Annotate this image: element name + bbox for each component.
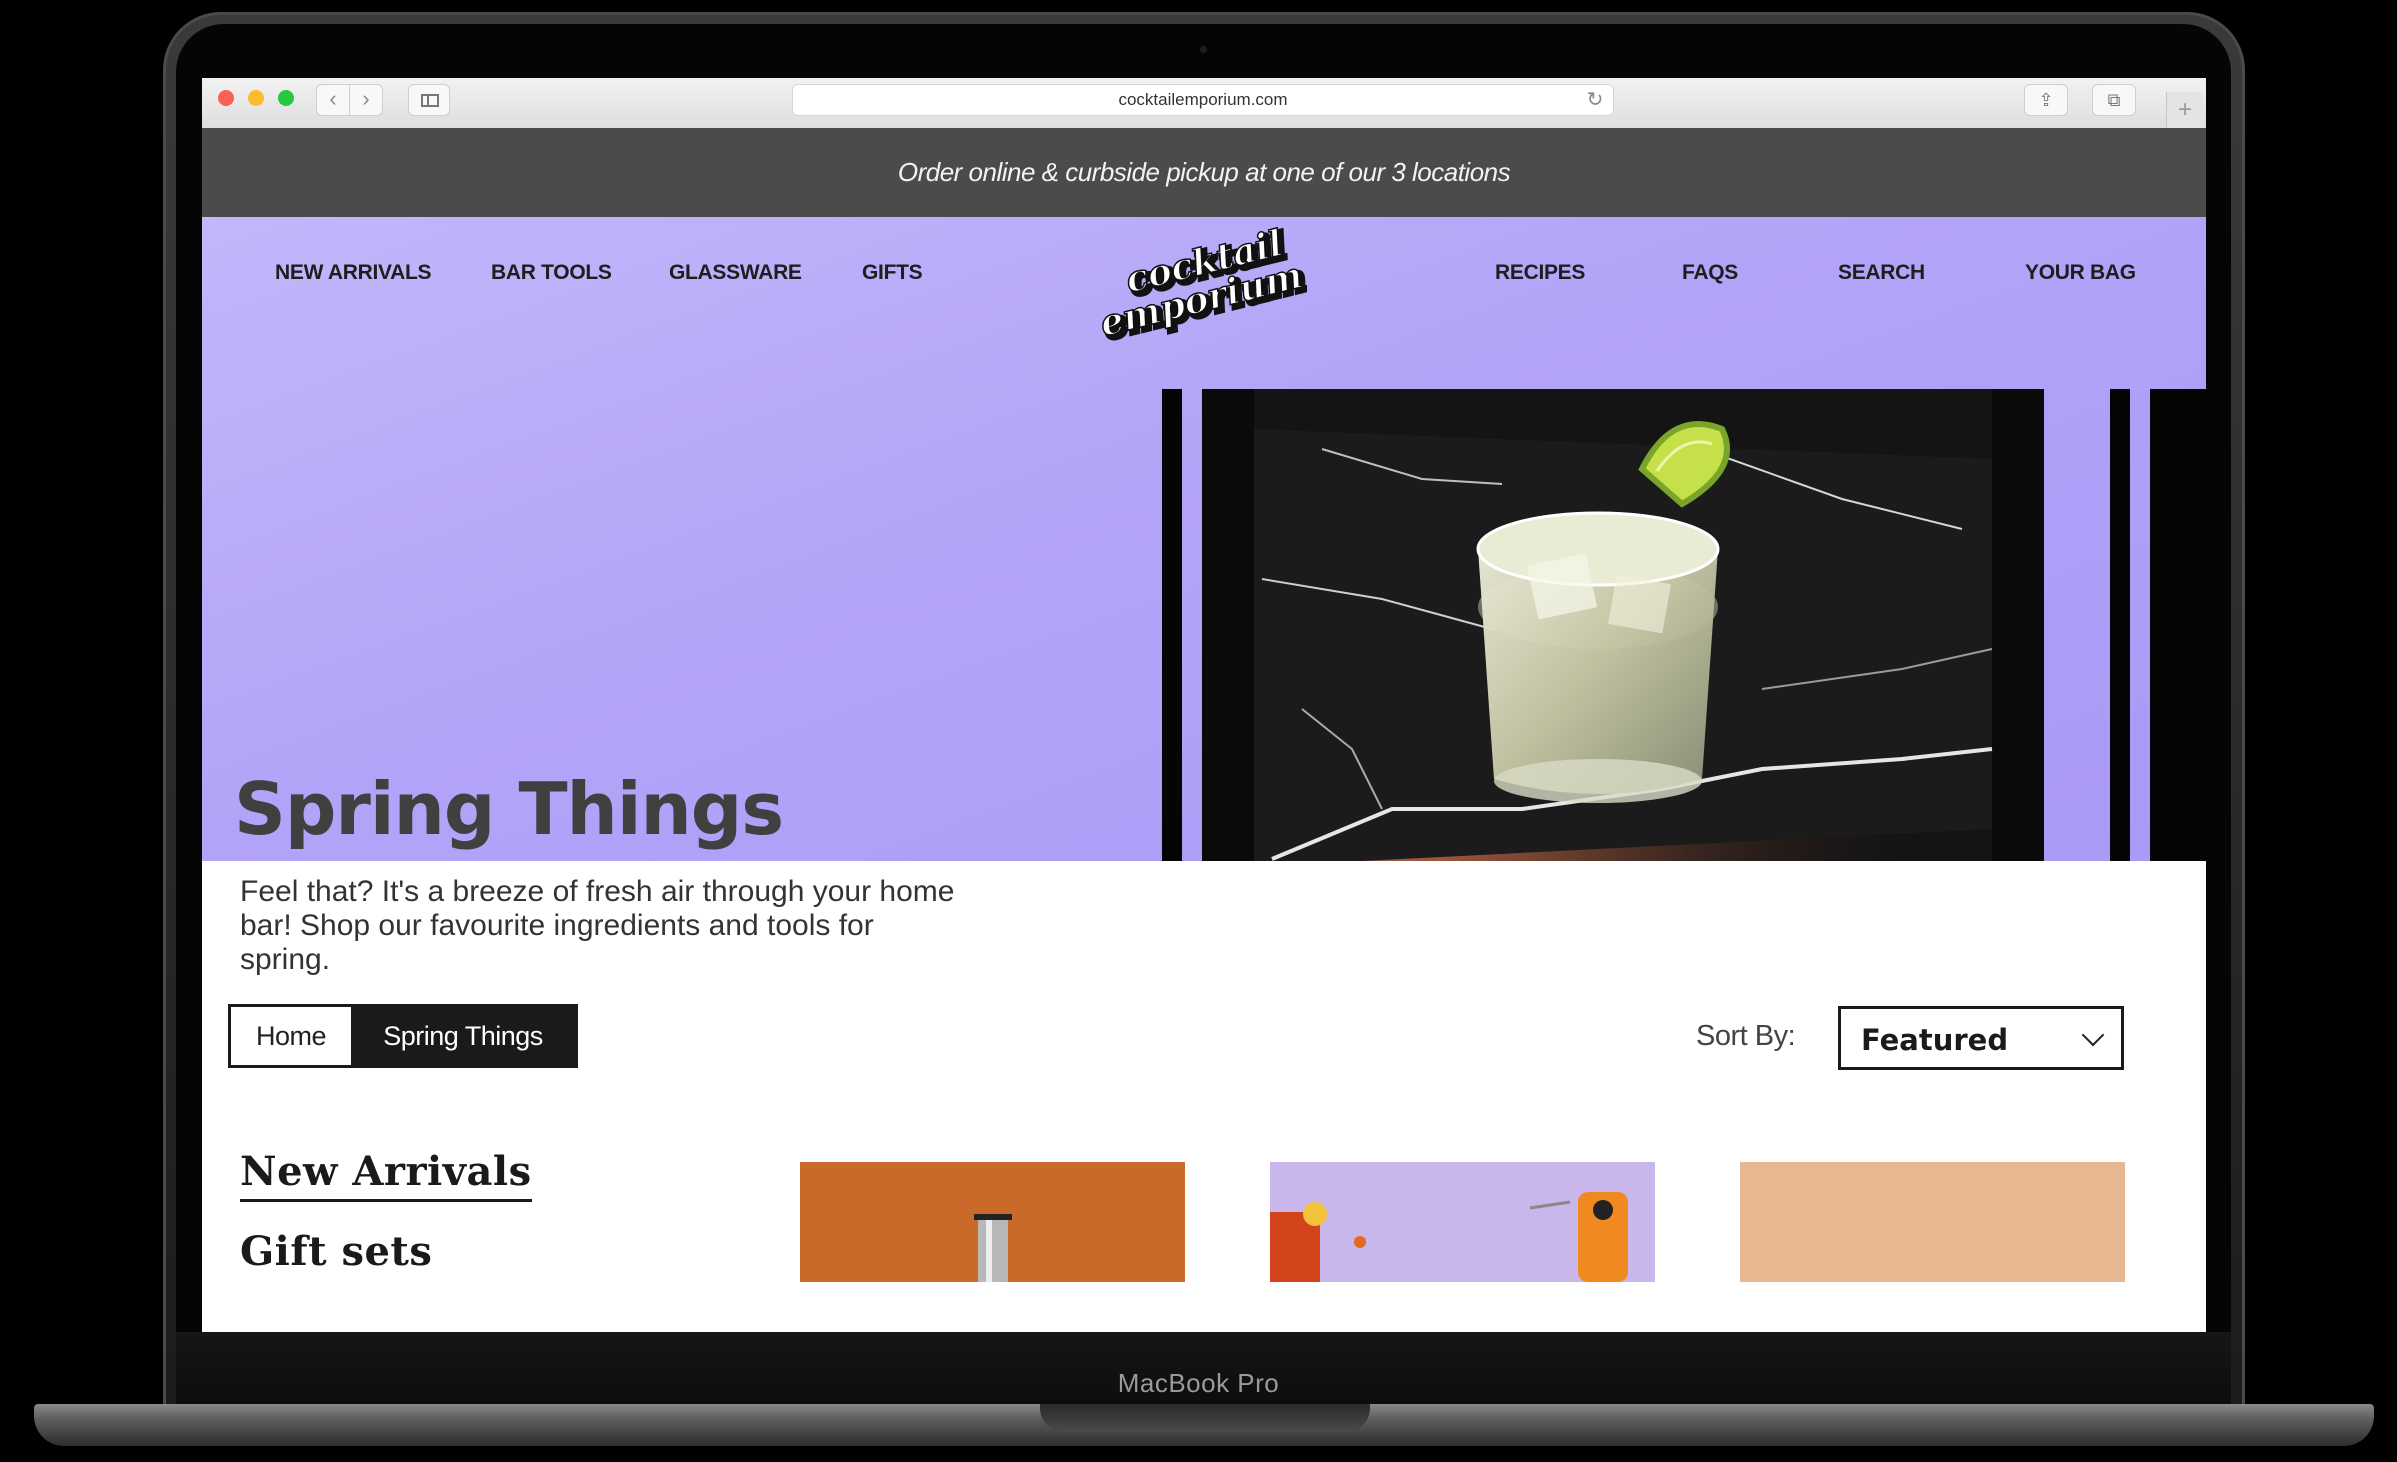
- address-bar[interactable]: cocktailemporium.com ↻: [792, 84, 1614, 116]
- hero-subtitle: Feel that? It's a breeze of fresh air th…: [240, 875, 955, 976]
- decorative-stripe: [2150, 389, 2206, 861]
- nav-glassware[interactable]: GLASSWARE: [669, 261, 802, 285]
- reload-icon[interactable]: ↻: [1585, 85, 1605, 115]
- nav-search[interactable]: SEARCH: [1838, 261, 1925, 285]
- chevron-right-icon: ›: [362, 86, 370, 111]
- breadcrumb-current: Spring Things: [351, 1007, 575, 1065]
- announcement-text: Order online & curbside pickup at one of…: [897, 157, 1511, 187]
- product-image: [800, 1162, 1185, 1282]
- close-window-button[interactable]: [218, 90, 234, 106]
- breadcrumb: Home Spring Things: [228, 1004, 578, 1068]
- product-card[interactable]: [1270, 1162, 1655, 1282]
- nav-new-arrivals[interactable]: NEW ARRIVALS: [275, 261, 432, 285]
- share-icon: ⇪: [2038, 90, 2054, 110]
- nav-bar-tools[interactable]: BAR TOOLS: [491, 261, 612, 285]
- filter-new-arrivals[interactable]: New Arrivals: [240, 1148, 532, 1202]
- share-button[interactable]: ⇪: [2024, 84, 2068, 116]
- sidebar-icon: [421, 94, 439, 107]
- model-label: MacBook Pro: [1117, 1368, 1280, 1398]
- forward-button[interactable]: ›: [349, 84, 383, 116]
- hero-title: Spring Things: [234, 767, 784, 851]
- announcement-bar: Order online & curbside pickup at one of…: [202, 128, 2206, 217]
- nav-your-bag[interactable]: YOUR BAG: [2025, 261, 2136, 285]
- sidebar-toggle-button[interactable]: [408, 84, 450, 116]
- sort-selected-value: Featured: [1861, 1023, 2009, 1057]
- new-tab-button[interactable]: +: [2166, 92, 2203, 128]
- product-card[interactable]: [800, 1162, 1185, 1282]
- laptop-hinge-notch: [1040, 1404, 1370, 1432]
- camera-dot: [1200, 46, 1207, 53]
- sort-label: Sort By:: [1696, 1020, 1796, 1052]
- product-image: [1740, 1162, 2125, 1282]
- cocktail-glass-image: [1202, 389, 2044, 861]
- filter-gift-sets[interactable]: Gift sets: [240, 1228, 432, 1275]
- zoom-window-button[interactable]: [278, 90, 294, 106]
- sort-select[interactable]: Featured: [1838, 1006, 2124, 1070]
- chevron-down-icon: [2081, 1023, 2105, 1047]
- show-tabs-button[interactable]: ⧉: [2092, 84, 2136, 116]
- product-image: [1270, 1162, 1655, 1282]
- decorative-stripe: [2110, 389, 2130, 861]
- nav-gifts[interactable]: GIFTS: [862, 261, 923, 285]
- hero-cocktail-photo: [1202, 389, 2044, 861]
- plus-icon: +: [2177, 96, 2192, 123]
- url-text: cocktailemporium.com: [1118, 90, 1288, 109]
- back-button[interactable]: ‹: [316, 84, 350, 116]
- browser-toolbar: ‹ › cocktailemporium.com ↻ ⇪ ⧉ +: [202, 78, 2206, 129]
- tabs-icon: ⧉: [2107, 90, 2121, 110]
- minimize-window-button[interactable]: [248, 90, 264, 106]
- product-card[interactable]: [1740, 1162, 2125, 1282]
- chevron-left-icon: ‹: [329, 86, 337, 111]
- breadcrumb-home[interactable]: Home: [231, 1007, 351, 1065]
- nav-recipes[interactable]: RECIPES: [1495, 261, 1585, 285]
- browser-screen: ‹ › cocktailemporium.com ↻ ⇪ ⧉ + Order o…: [202, 78, 2206, 1332]
- decorative-stripe: [1162, 389, 1182, 861]
- cocktail-emporium-logo[interactable]: cocktail cocktail emporium emporium: [1097, 227, 1307, 345]
- nav-faqs[interactable]: FAQS: [1682, 261, 1738, 285]
